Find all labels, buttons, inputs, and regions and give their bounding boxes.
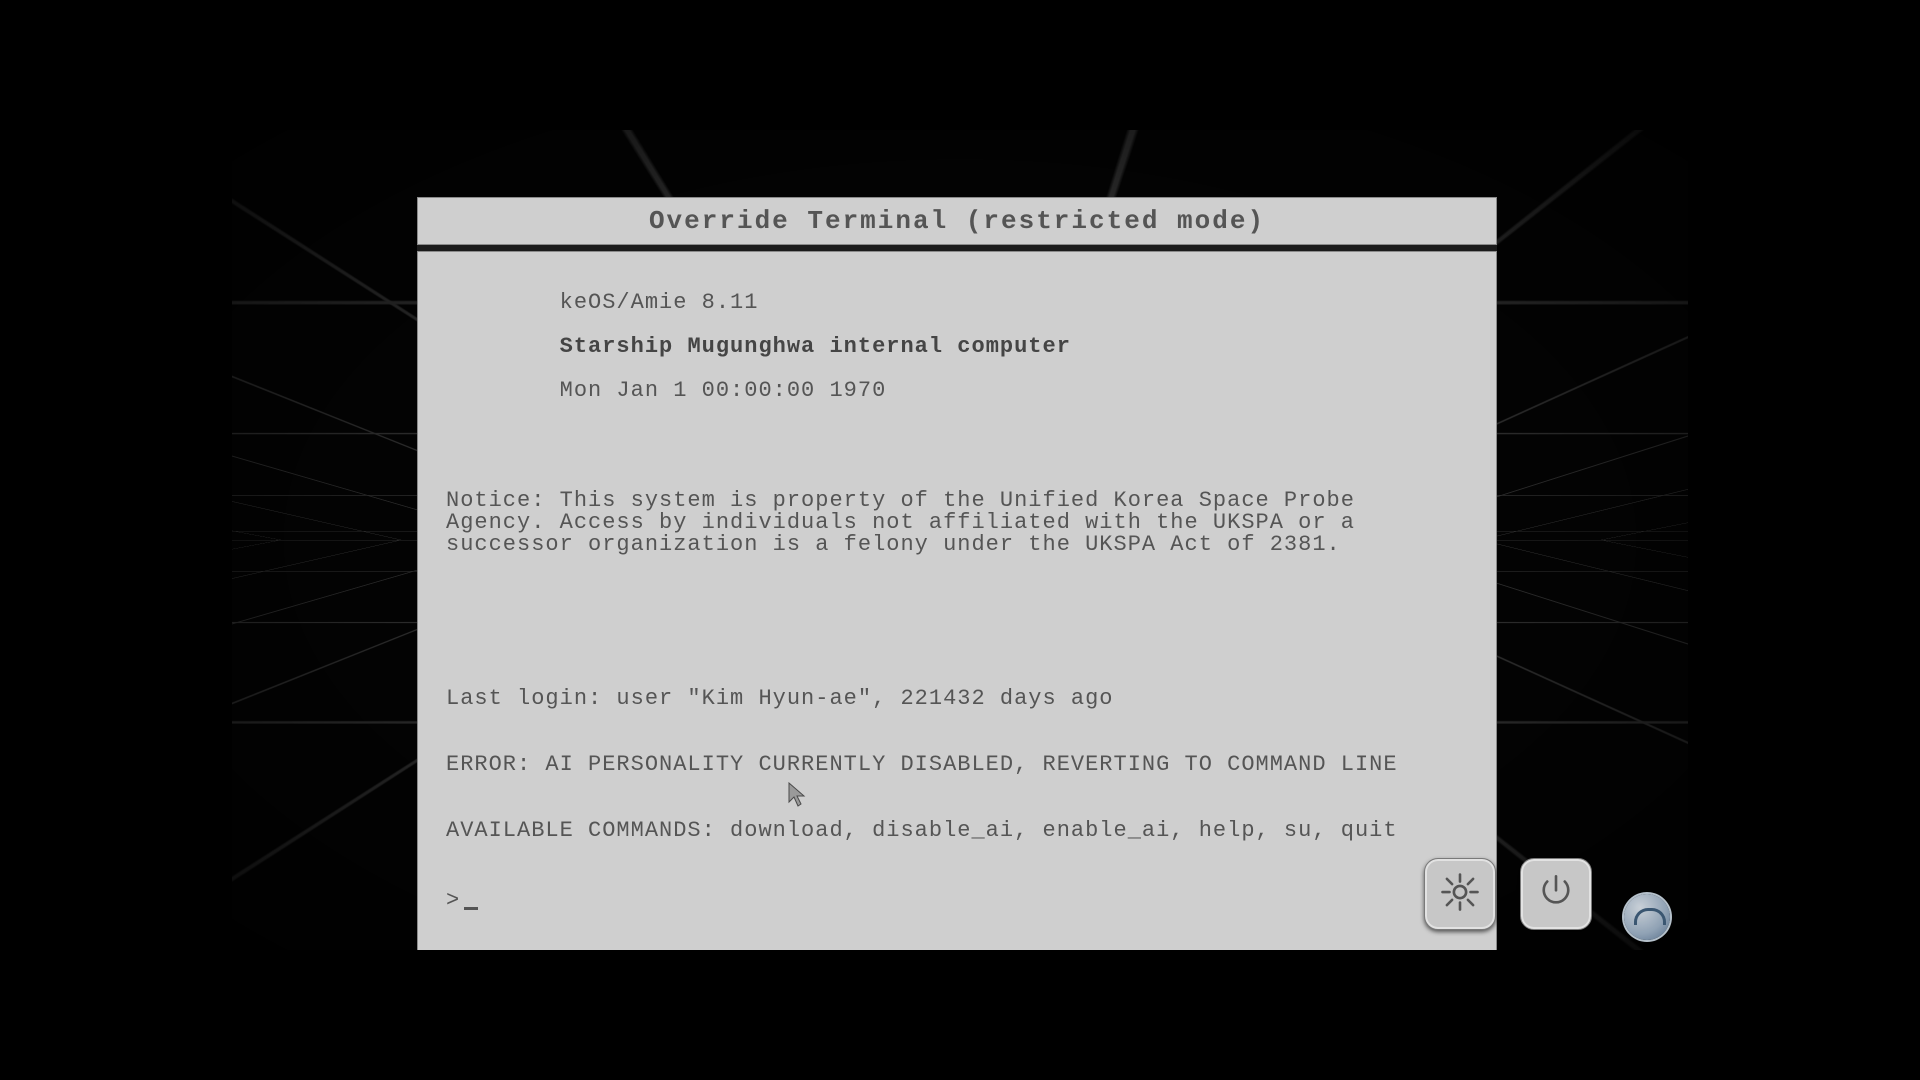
last-login-line: Last login: user "Kim Hyun-ae", 221432 d… [446, 688, 1468, 710]
prompt-symbol: > [446, 890, 460, 912]
gear-icon [1439, 871, 1481, 918]
legal-notice: Notice: This system is property of the U… [446, 490, 1468, 556]
terminal-window: Override Terminal (restricted mode) keOS… [417, 197, 1497, 950]
text-cursor [464, 892, 478, 910]
ship-name: Starship Mugunghwa internal computer [560, 334, 1071, 359]
log-block: Last login: user "Kim Hyun-ae", 221432 d… [446, 644, 1468, 950]
power-icon [1535, 871, 1577, 918]
available-commands-line: AVAILABLE COMMANDS: download, disable_ai… [446, 820, 1468, 842]
error-line: ERROR: AI PERSONALITY CURRENTLY DISABLED… [446, 754, 1468, 776]
os-version: keOS/Amie 8.11 [560, 290, 759, 315]
command-input[interactable] [482, 888, 1402, 913]
power-button[interactable] [1520, 858, 1592, 930]
system-header-line: keOS/Amie 8.11 Starship Mugunghwa intern… [446, 270, 1468, 424]
game-viewport: Override Terminal (restricted mode) keOS… [232, 130, 1688, 950]
window-title: Override Terminal (restricted mode) [417, 197, 1497, 245]
terminal-body: keOS/Amie 8.11 Starship Mugunghwa intern… [417, 251, 1497, 950]
prompt-row[interactable]: > [446, 888, 1468, 913]
settings-button[interactable] [1424, 858, 1496, 930]
hud-button-group [1424, 858, 1592, 930]
system-datetime: Mon Jan 1 00:00:00 1970 [560, 378, 887, 403]
site-watermark-icon [1624, 894, 1670, 940]
